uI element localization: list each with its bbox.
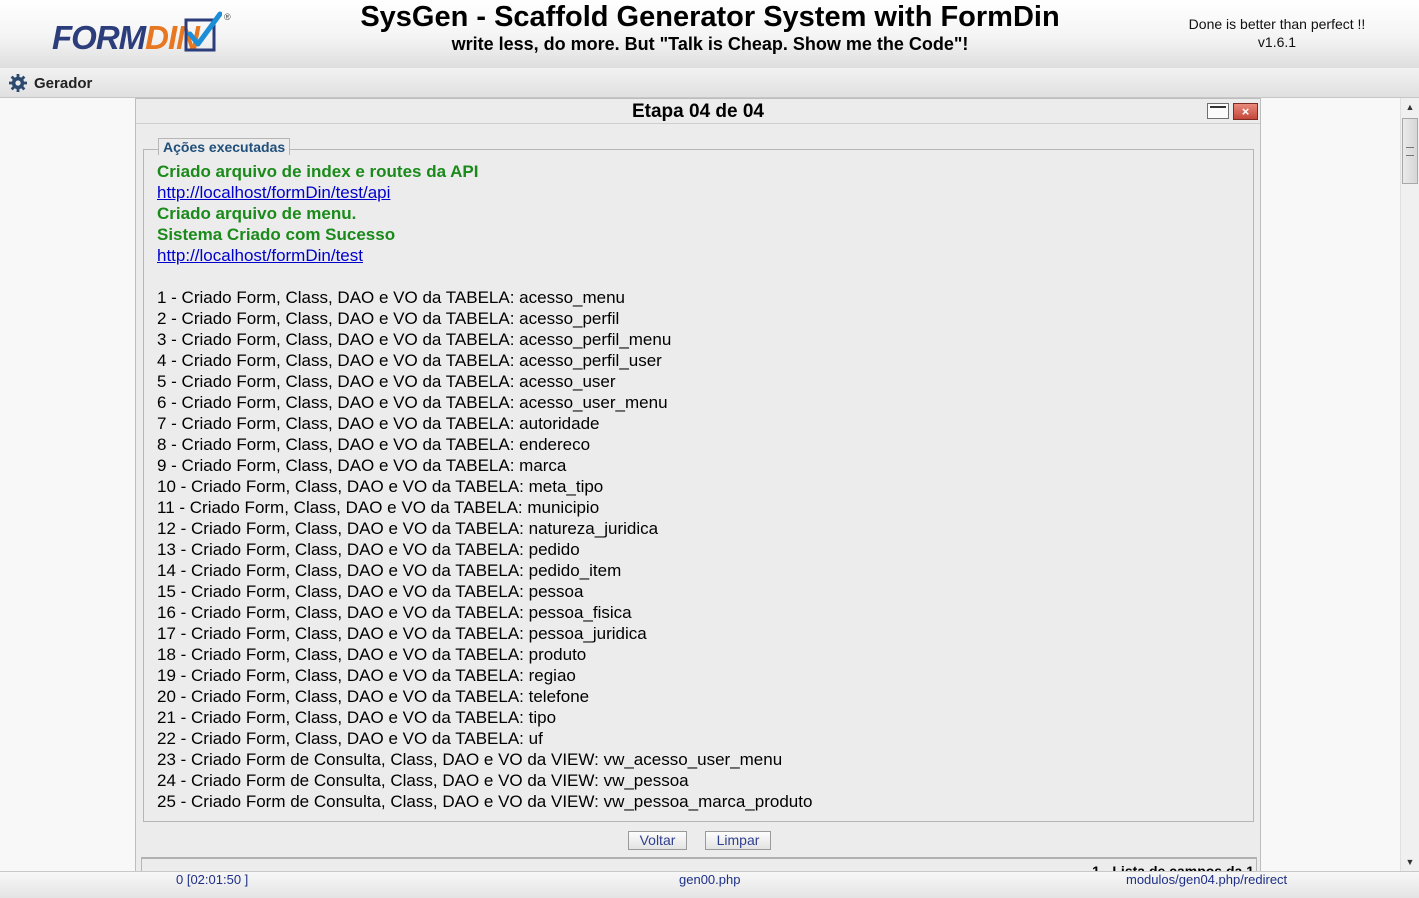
generated-url-link[interactable]: http://localhost/formDin/test/api [157,182,390,203]
list-item: 15 - Criado Form, Class, DAO e VO da TAB… [157,582,584,601]
generated-url-link[interactable]: http://localhost/formDin/test [157,245,363,266]
app-title: SysGen - Scaffold Generator System with … [360,1,1060,33]
list-item: 14 - Criado Form, Class, DAO e VO da TAB… [157,561,622,580]
success-message: Criado arquivo de menu. [157,204,357,223]
status-session-time: 0 [02:01:50 ] [176,872,249,887]
formdin-logo: FORMDIN ® [52,10,237,58]
maximize-button[interactable] [1207,103,1229,119]
success-message: Sistema Criado com Sucesso [157,225,396,244]
list-item: 18 - Criado Form, Class, DAO e VO da TAB… [157,645,587,664]
logo-wordmark: FORMDIN [52,19,200,56]
list-item: 4 - Criado Form, Class, DAO e VO da TABE… [157,351,662,370]
page-area: Etapa 04 de 04 × Ações executadas Criado… [0,98,1400,871]
status-current-module: modulos/gen04.php/redirect [1126,872,1288,887]
list-item: 24 - Criado Form de Consulta, Class, DAO… [157,771,689,790]
app-version: v1.6.1 [1257,34,1297,50]
gear-icon [9,74,27,92]
logo-checkmark-icon [184,11,222,52]
list-item: 8 - Criado Form, Class, DAO e VO da TABE… [157,435,591,454]
list-item: 17 - Criado Form, Class, DAO e VO da TAB… [157,624,647,643]
list-item: 23 - Criado Form de Consulta, Class, DAO… [157,750,783,769]
window-titlebar: Etapa 04 de 04 × [136,99,1260,124]
menu-bar: Gerador [0,68,1419,98]
app-header: FORMDIN ® SysGen - Scaffold Generator Sy… [0,0,1419,68]
generated-table-list: 1 - Criado Form, Class, DAO e VO da TABE… [157,287,1237,812]
page-scrollbar[interactable]: ▲ ▼ [1400,98,1419,871]
field-list-panel: 1 - Lista de campos da 1 [141,857,1257,871]
window-title: Etapa 04 de 04 [631,101,765,122]
actions-fieldset: Ações executadas Criado arquivo de index… [143,138,1254,822]
scroll-down-arrow-icon[interactable]: ▼ [1401,853,1419,871]
menu-item-gerador-label: Gerador [34,74,93,92]
fieldset-legend: Ações executadas [158,138,291,155]
list-item: 21 - Criado Form, Class, DAO e VO da TAB… [157,708,557,727]
close-button[interactable]: × [1233,103,1258,120]
list-item: 7 - Criado Form, Class, DAO e VO da TABE… [157,414,600,433]
list-item: 12 - Criado Form, Class, DAO e VO da TAB… [157,519,659,538]
list-item: 25 - Criado Form de Consulta, Class, DAO… [157,792,813,811]
list-item: 20 - Criado Form, Class, DAO e VO da TAB… [157,687,590,706]
list-item: 6 - Criado Form, Class, DAO e VO da TABE… [157,393,668,412]
form-window: Etapa 04 de 04 × Ações executadas Criado… [135,98,1261,871]
success-message: Criado arquivo de index e routes da API [157,162,479,181]
list-item: 9 - Criado Form, Class, DAO e VO da TABE… [157,456,567,475]
list-item: 19 - Criado Form, Class, DAO e VO da TAB… [157,666,576,685]
list-item: 11 - Criado Form, Class, DAO e VO da TAB… [157,498,600,517]
list-item: 13 - Criado Form, Class, DAO e VO da TAB… [157,540,580,559]
limpar-button[interactable]: Limpar [705,831,771,850]
app-subtitle: write less, do more. But "Talk is Cheap.… [451,34,969,54]
result-messages: Criado arquivo de index e routes da API h… [157,161,1237,287]
list-item: 10 - Criado Form, Class, DAO e VO da TAB… [157,477,604,496]
registered-mark: ® [224,12,231,22]
list-item: 2 - Criado Form, Class, DAO e VO da TABE… [157,309,620,328]
scroll-thumb[interactable] [1402,118,1418,184]
actions-log: Criado arquivo de index e routes da API h… [157,161,1237,812]
scroll-up-arrow-icon[interactable]: ▲ [1401,98,1419,116]
list-item: 22 - Criado Form, Class, DAO e VO da TAB… [157,729,543,748]
voltar-button[interactable]: Voltar [628,831,687,850]
status-bar: 0 [02:01:50 ] gen00.php modulos/gen04.ph… [0,871,1419,898]
menu-item-gerador[interactable]: Gerador [6,70,98,96]
list-item: 1 - Criado Form, Class, DAO e VO da TABE… [157,288,625,307]
field-list-panel-title: 1 - Lista de campos da 1 [1092,863,1254,871]
list-item: 3 - Criado Form, Class, DAO e VO da TABE… [157,330,672,349]
status-current-page: gen00.php [679,872,741,887]
list-item: 5 - Criado Form, Class, DAO e VO da TABE… [157,372,616,391]
header-motto: Done is better than perfect !! [1188,16,1366,32]
list-item: 16 - Criado Form, Class, DAO e VO da TAB… [157,603,632,622]
